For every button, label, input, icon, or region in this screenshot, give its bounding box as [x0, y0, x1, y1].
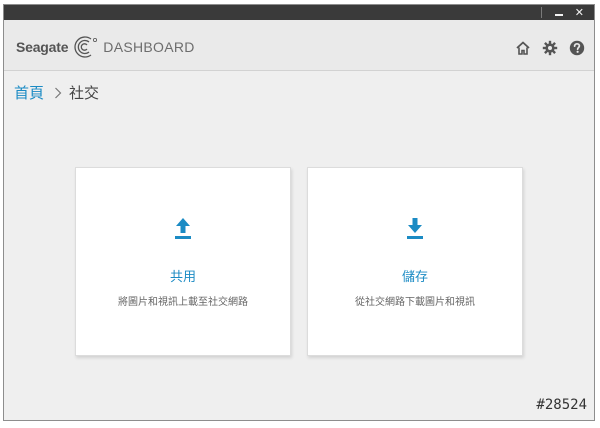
seagate-logo-icon: [74, 36, 98, 58]
share-card-title: 共用: [169, 270, 196, 285]
image-id-label: #28524: [536, 397, 587, 413]
breadcrumb-home-link[interactable]: 首頁: [14, 82, 44, 103]
brand: Seagate DASHBOARD: [16, 35, 195, 59]
title-bar-divider: [541, 7, 542, 18]
chevron-right-icon: [55, 87, 62, 98]
product-name: DASHBOARD: [103, 39, 195, 55]
help-icon[interactable]: [569, 40, 585, 56]
save-card[interactable]: 儲存 從社交網路下載圖片和視訊: [307, 167, 523, 356]
minimize-icon[interactable]: [554, 13, 563, 16]
home-icon[interactable]: [515, 40, 531, 56]
share-card[interactable]: 共用 將圖片和視訊上載至社交網路: [75, 167, 291, 356]
share-card-description: 將圖片和視訊上載至社交網路: [118, 297, 248, 308]
upload-icon: [175, 218, 191, 239]
app-window: ✕ Seagate DASHBOARD 首頁 社交 共用 將圖片和視訊上載至社交…: [3, 4, 595, 421]
app-header: Seagate DASHBOARD: [4, 20, 594, 71]
save-card-description: 從社交網路下載圖片和視訊: [355, 297, 475, 308]
close-icon[interactable]: ✕: [575, 5, 584, 20]
title-bar[interactable]: ✕: [4, 5, 594, 20]
download-icon: [407, 218, 423, 239]
header-toolbar: [515, 40, 585, 56]
gear-icon[interactable]: [542, 40, 558, 56]
breadcrumb-current: 社交: [69, 84, 100, 102]
save-card-title: 儲存: [401, 270, 428, 285]
breadcrumb: 首頁 社交: [14, 82, 99, 103]
window-controls: ✕: [554, 5, 584, 20]
brand-name: Seagate: [16, 39, 69, 55]
